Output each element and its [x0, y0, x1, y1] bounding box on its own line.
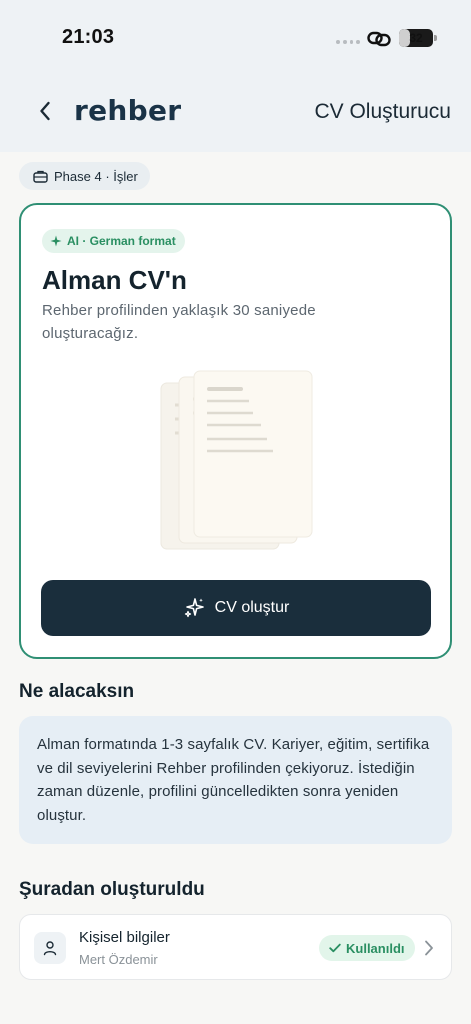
used-badge: Kullanıldı — [319, 935, 415, 961]
status-bar: 21:03 32 — [0, 0, 471, 70]
phase-pill-label: Phase 4 · İşler — [54, 168, 138, 184]
used-badge-label: Kullanıldı — [346, 940, 405, 956]
what-you-get-info: Alman formatında 1-3 sayfalık CV. Kariye… — [19, 716, 452, 844]
signal-icon — [336, 40, 360, 44]
sparkle-icon — [50, 235, 62, 247]
card-description: Rehber profilinden yaklaşık 30 saniyede … — [42, 302, 316, 342]
rehber-logo: rehber — [74, 94, 182, 127]
create-cv-button[interactable]: CV oluştur — [41, 580, 431, 636]
check-icon — [329, 943, 341, 953]
source-subtitle: Mert Özdemir — [79, 952, 158, 967]
create-cv-button-label: CV oluştur — [214, 599, 290, 616]
link-icon — [367, 31, 391, 47]
chevron-left-icon — [40, 101, 50, 121]
briefcase-icon — [33, 170, 48, 183]
card-title: Alman CV'n — [42, 265, 187, 295]
ai-badge: AI · German format — [42, 229, 185, 253]
sparkles-icon — [184, 598, 204, 618]
source-title: Kişisel bilgiler — [79, 929, 170, 946]
page-title: CV Oluşturucu — [314, 100, 451, 123]
source-row-personal-info[interactable]: Kişisel bilgiler Mert Özdemir Kullanıldı — [19, 914, 452, 980]
source-icon-container — [34, 932, 66, 964]
phase-pill: Phase 4 · İşler — [19, 162, 150, 190]
back-button[interactable] — [30, 96, 60, 126]
document-stack-illustration — [160, 370, 313, 550]
status-time: 21:03 — [62, 26, 115, 48]
header: rehber CV Oluşturucu — [0, 82, 471, 142]
person-icon — [43, 941, 57, 956]
battery-level-text: 32 — [409, 31, 423, 45]
what-you-get-title: Ne alacaksın — [19, 681, 135, 702]
sources-title: Şuradan oluşturuldu — [19, 879, 205, 900]
battery-cap — [434, 35, 437, 41]
cv-card: AI · German format Alman CV'n Rehber pro… — [19, 203, 452, 659]
ai-badge-label: AI · German format — [67, 234, 176, 248]
battery-icon: 32 — [399, 29, 433, 47]
chevron-right-icon — [425, 940, 433, 956]
